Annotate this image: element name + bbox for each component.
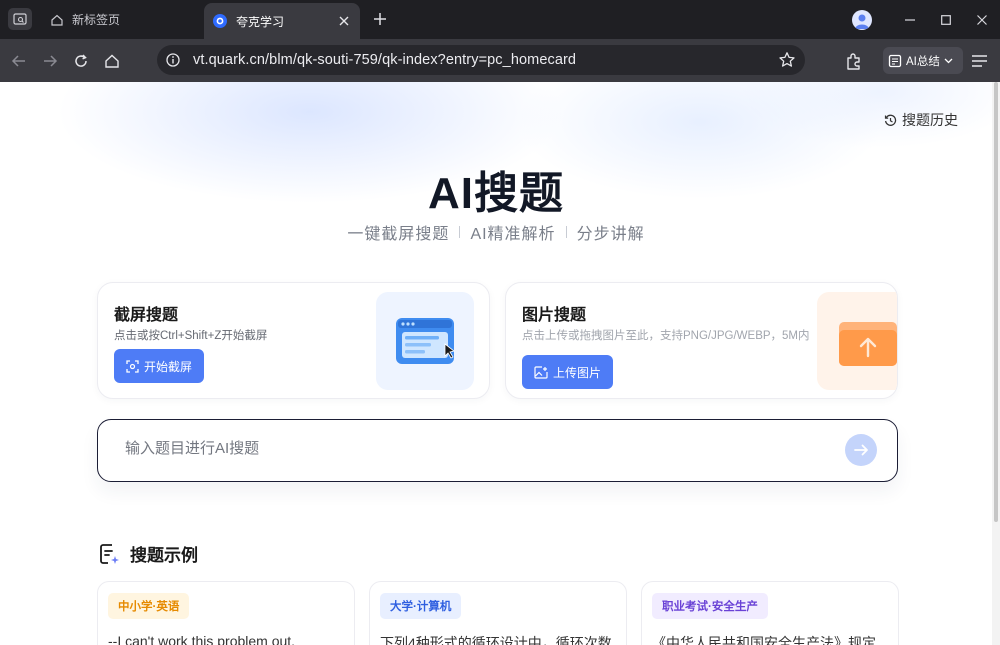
card-description: 点击上传或拖拽图片至此，支持PNG/JPG/WEBP，5M内 [522,330,810,342]
example-card-safety[interactable]: 职业考试·安全生产 《中华人民共和国安全生产法》规定 [641,581,899,645]
screenshot-illustration [376,292,474,390]
screenshot-search-card[interactable]: 截屏搜题 点击或按Ctrl+Shift+Z开始截屏 开始截屏 [97,282,490,399]
page-scrollbar[interactable] [992,82,1000,645]
home-icon [51,14,63,26]
maximize-icon [941,14,951,25]
tab-new-tab[interactable]: 新标签页 [40,0,200,39]
back-button[interactable] [8,50,30,72]
close-window-button[interactable] [964,0,1000,39]
ai-summary-button[interactable]: AI总结 [883,47,963,74]
search-box [97,419,898,482]
address-bar[interactable]: vt.quark.cn/blm/qk-souti-759/qk-index?en… [157,45,805,75]
reload-icon [75,54,87,67]
category-tag: 职业考试·安全生产 [652,593,768,619]
plus-icon [374,13,386,25]
button-label: 开始截屏 [144,359,193,374]
window-controls [852,0,1000,39]
close-icon [339,16,349,26]
upload-folder-illustration-icon [839,322,897,366]
quark-logo-icon [213,14,227,28]
document-icon [888,54,902,67]
home-button[interactable] [101,50,123,72]
home-icon [105,54,119,68]
tab-label: 夸克学习 [236,14,285,29]
site-info-icon[interactable] [166,53,180,67]
subtitle-item: AI精准解析 [470,226,556,243]
start-screenshot-button[interactable]: 开始截屏 [114,349,205,383]
search-history-label: 搜题历史 [902,112,958,128]
close-icon [977,14,987,25]
page-content: 搜题历史 AI搜题 一键截屏搜题 AI精准解析 分步讲解 截屏搜题 点击或按Ct… [0,82,992,645]
close-tab-button[interactable] [336,13,352,29]
subtitle-item: 一键截屏搜题 [347,226,450,243]
upload-illustration [817,292,897,390]
profile-avatar[interactable] [852,9,872,30]
scrollbar-thumb[interactable] [994,82,998,522]
reload-button[interactable] [70,50,92,72]
browser-window-illustration-icon [396,318,455,364]
subtitle-item: 分步讲解 [576,226,645,243]
examples-heading: 搜题示例 [98,541,198,566]
example-card-english[interactable]: 中小学·英语 --I can't work this problem out. [97,581,355,645]
arrow-right-icon [44,55,58,67]
submit-search-button[interactable] [845,434,877,466]
extensions-icon[interactable] [843,50,865,72]
example-question: 《中华人民共和国安全生产法》规定 [652,635,876,645]
ai-summary-label: AI总结 [906,55,940,68]
minimize-button[interactable] [892,0,928,39]
url-text: vt.quark.cn/blm/qk-souti-759/qk-index?en… [193,52,577,68]
card-title: 图片搜题 [522,307,587,324]
button-label: 上传图片 [553,365,602,380]
tab-quark-study[interactable]: 夸克学习 [204,3,360,39]
card-title: 截屏搜题 [114,307,179,324]
image-search-card[interactable]: 图片搜题 点击上传或拖拽图片至此，支持PNG/JPG/WEBP，5M内 上传图片 [505,282,898,399]
bookmark-star-icon[interactable] [778,51,796,69]
examples-list-icon [100,543,119,564]
example-question: --I can't work this problem out. [108,633,296,645]
page-subtitle: 一键截屏搜题 AI精准解析 分步讲解 [0,220,992,244]
new-tab-button[interactable] [370,9,390,29]
tab-search-button[interactable] [8,8,32,30]
user-icon [855,14,869,29]
arrow-right-icon [854,444,868,456]
tab-search-icon [13,13,27,25]
upload-image-icon [534,365,548,379]
upload-image-button[interactable]: 上传图片 [522,355,614,389]
maximize-button[interactable] [928,0,964,39]
example-question: 下列4种形式的循环设计中，循环次数 [380,635,612,645]
search-input[interactable] [125,440,825,457]
forward-button[interactable] [39,50,61,72]
divider [459,226,461,238]
minimize-icon [905,18,915,21]
screenshot-icon [126,359,139,373]
search-history-link[interactable]: 搜题历史 [884,110,958,130]
arrow-left-icon [11,55,25,67]
chevron-down-icon [944,58,953,64]
browser-tab-bar: 新标签页 夸克学习 [0,0,1000,39]
category-tag: 大学·计算机 [380,593,462,619]
history-clock-icon [884,114,897,126]
example-card-computer[interactable]: 大学·计算机 下列4种形式的循环设计中，循环次数 [369,581,627,645]
category-tag: 中小学·英语 [108,593,190,619]
examples-heading-label: 搜题示例 [130,546,198,565]
tab-label: 新标签页 [72,13,121,27]
menu-icon[interactable] [970,50,990,72]
card-description: 点击或按Ctrl+Shift+Z开始截屏 [114,330,268,342]
page-title: AI搜题 [428,169,564,218]
browser-toolbar: vt.quark.cn/blm/qk-souti-759/qk-index?en… [0,39,1000,82]
divider [565,226,567,238]
